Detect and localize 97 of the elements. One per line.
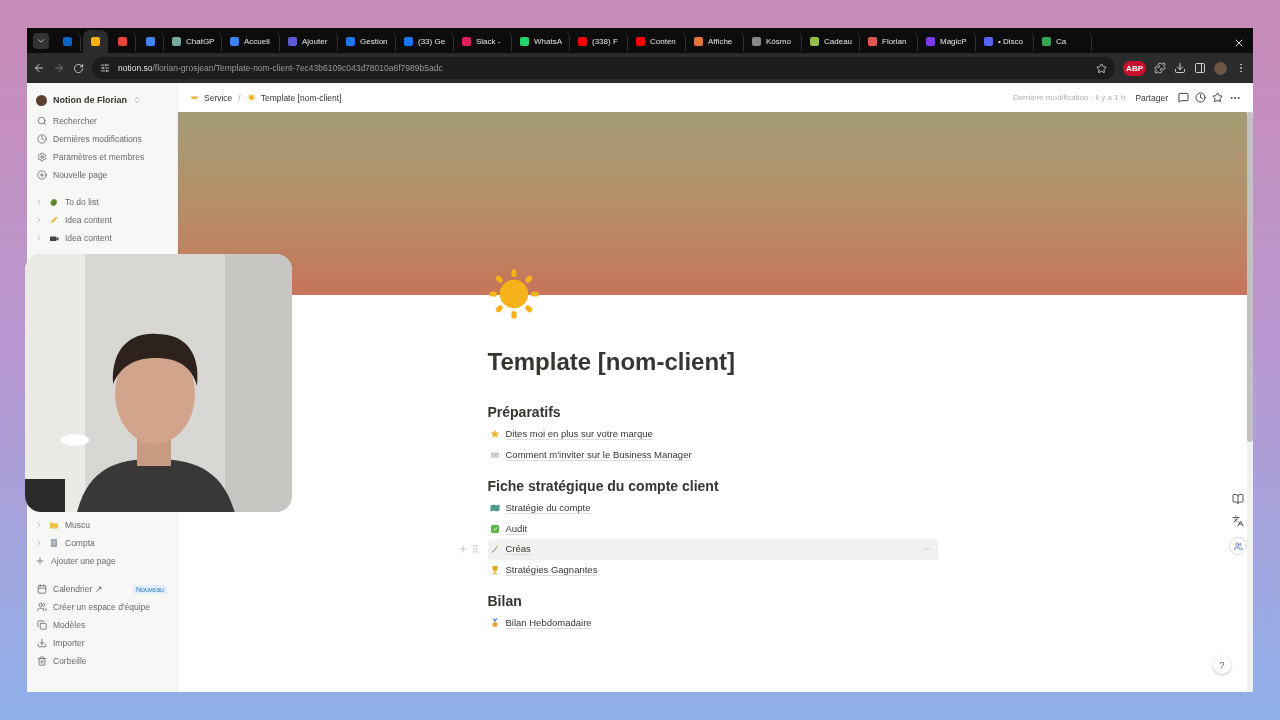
- page-title: Template [nom-client]: [487, 347, 737, 377]
- browser-tab[interactable]: Accueil: [224, 31, 280, 51]
- sun-icon: [487, 268, 540, 320]
- site-settings-icon[interactable]: [100, 63, 110, 73]
- browser-tab[interactable]: Florian: [862, 31, 918, 51]
- settings-icon: [37, 152, 47, 162]
- browser-tab[interactable]: (338) F: [572, 31, 628, 51]
- calendar-icon: [37, 584, 47, 594]
- page-link[interactable]: Comment m'inviter sur le Business Manager: [505, 448, 692, 461]
- breadcrumb-link[interactable]: Template [nom-client]: [246, 92, 342, 103]
- sidebar-page[interactable]: Muscu: [27, 516, 177, 534]
- page-link[interactable]: Créas: [505, 543, 531, 556]
- history-icon[interactable]: [1195, 92, 1206, 103]
- browser-tab[interactable]: Ajouter: [282, 31, 338, 51]
- tab-search-button[interactable]: [33, 33, 49, 49]
- squares-icon: [37, 620, 47, 630]
- page-link[interactable]: Stratégies Gagnantes: [505, 563, 598, 576]
- sidebar-item[interactable]: Importer: [27, 634, 177, 652]
- sidebar-item[interactable]: Rechercher: [27, 112, 177, 130]
- sidebar-item[interactable]: Créer un espace d'équipe: [27, 598, 177, 616]
- browser-tab[interactable]: ChatGP: [166, 31, 222, 51]
- scrollbar[interactable]: [1247, 112, 1253, 692]
- url-text: notion.so/florian-grosjean/Template-nom-client-7ec43b6109c043d78010a6f7989b5adc: [118, 63, 443, 73]
- section-heading: Préparatifs: [487, 403, 562, 421]
- add-page-button[interactable]: Ajouter une page: [27, 552, 177, 570]
- adblock-extension-button[interactable]: ABP: [1123, 60, 1146, 76]
- browser-tab[interactable]: Cadeau: [804, 31, 860, 51]
- page-link[interactable]: Stratégie du compte: [505, 502, 591, 515]
- wand-icon: [489, 544, 500, 555]
- pencil-icon: [49, 215, 59, 225]
- browser-tab[interactable]: Conten: [630, 31, 686, 51]
- workspace-avatar: [36, 94, 47, 106]
- sidebar-page[interactable]: Idea content: [27, 211, 177, 229]
- sidebar-item[interactable]: Dernières modifications: [27, 130, 177, 148]
- translate-icon[interactable]: [1232, 515, 1244, 527]
- browser-tab[interactable]: Kósmo: [746, 31, 802, 51]
- section-heading: Bilan: [487, 592, 523, 610]
- trash-icon: [37, 656, 47, 666]
- sidebar-page[interactable]: To do list: [27, 193, 177, 211]
- browser-tab[interactable]: Ca: [1036, 31, 1092, 51]
- people-icon: [37, 602, 47, 612]
- extensions-icon[interactable]: [1154, 62, 1166, 74]
- chevron-down-icon: [36, 36, 46, 46]
- sidebar-page[interactable]: Compta: [27, 534, 177, 552]
- plus-circle-icon: [37, 170, 47, 180]
- item-label: Importer: [53, 638, 85, 648]
- share-button[interactable]: Partager: [1131, 92, 1172, 103]
- close-icon[interactable]: [1233, 37, 1245, 49]
- clock-icon: [37, 134, 47, 144]
- medal-icon: [489, 618, 500, 629]
- item-label: Modèles: [53, 620, 86, 630]
- download-icon: [37, 638, 47, 648]
- switcher-icon[interactable]: [133, 96, 141, 104]
- favorite-star-icon[interactable]: [1212, 92, 1223, 103]
- breadcrumb-separator: /: [238, 92, 241, 103]
- last-edited-text: Dernière modification : Il y a 1 h: [1012, 93, 1126, 102]
- map-icon: [489, 503, 500, 514]
- browser-tab[interactable]: Affiche: [688, 31, 744, 51]
- plus-icon: [35, 556, 45, 566]
- browser-tab[interactable]: (33) Ge: [398, 31, 454, 51]
- check-icon: [489, 523, 500, 534]
- back-icon[interactable]: [33, 62, 45, 74]
- page-link[interactable]: Bilan Hebdomadaire: [505, 617, 592, 630]
- workspace-name[interactable]: Notion de Florian: [53, 95, 127, 105]
- download-icon[interactable]: [1174, 62, 1186, 74]
- folder-icon: [49, 520, 59, 530]
- book-icon[interactable]: [1232, 493, 1244, 505]
- sidebar-item[interactable]: Nouvelle page: [27, 166, 177, 184]
- sidebar-item[interactable]: Paramètres et membres: [27, 148, 177, 166]
- browser-tab[interactable]: Gestion: [340, 31, 396, 51]
- search-icon: [37, 116, 47, 126]
- reload-icon[interactable]: [73, 62, 84, 74]
- bookmark-star-icon[interactable]: [1096, 62, 1108, 74]
- page-link[interactable]: Audit: [505, 522, 528, 535]
- browser-tab[interactable]: • Disco: [978, 31, 1034, 51]
- star-icon: [489, 429, 500, 440]
- browser-tab[interactable]: MagicP: [920, 31, 976, 51]
- sidebar-item[interactable]: Corbeille: [27, 652, 177, 670]
- section-heading: Fiche stratégique du compte client: [487, 477, 720, 495]
- item-label: Calendrier ↗: [53, 584, 103, 594]
- help-button[interactable]: ?: [1213, 656, 1231, 674]
- item-label: Créer un espace d'équipe: [53, 602, 151, 612]
- page-link[interactable]: Dites moi en plus sur votre marque: [505, 428, 653, 441]
- browser-tab[interactable]: [83, 30, 108, 53]
- avocado-icon: [49, 197, 59, 207]
- comment-icon[interactable]: [1178, 92, 1189, 103]
- item-label: Corbeille: [53, 656, 87, 666]
- sidebar-item[interactable]: Modèles: [27, 616, 177, 634]
- envelope-icon: [489, 449, 500, 460]
- browser-tab[interactable]: Slack -: [456, 31, 512, 51]
- sidebar-page[interactable]: Idea content: [27, 229, 177, 247]
- sun-icon: [246, 93, 256, 102]
- breadcrumb-link[interactable]: Service: [190, 92, 233, 103]
- address-field[interactable]: notion.so/florian-grosjean/Template-nom-client-7ec43b6109c043d78010a6f7989b5adc: [92, 57, 1116, 79]
- ledger-icon: [49, 538, 59, 548]
- browser-tab[interactable]: WhatsA: [514, 31, 570, 51]
- side-panel-icon[interactable]: [1194, 62, 1206, 74]
